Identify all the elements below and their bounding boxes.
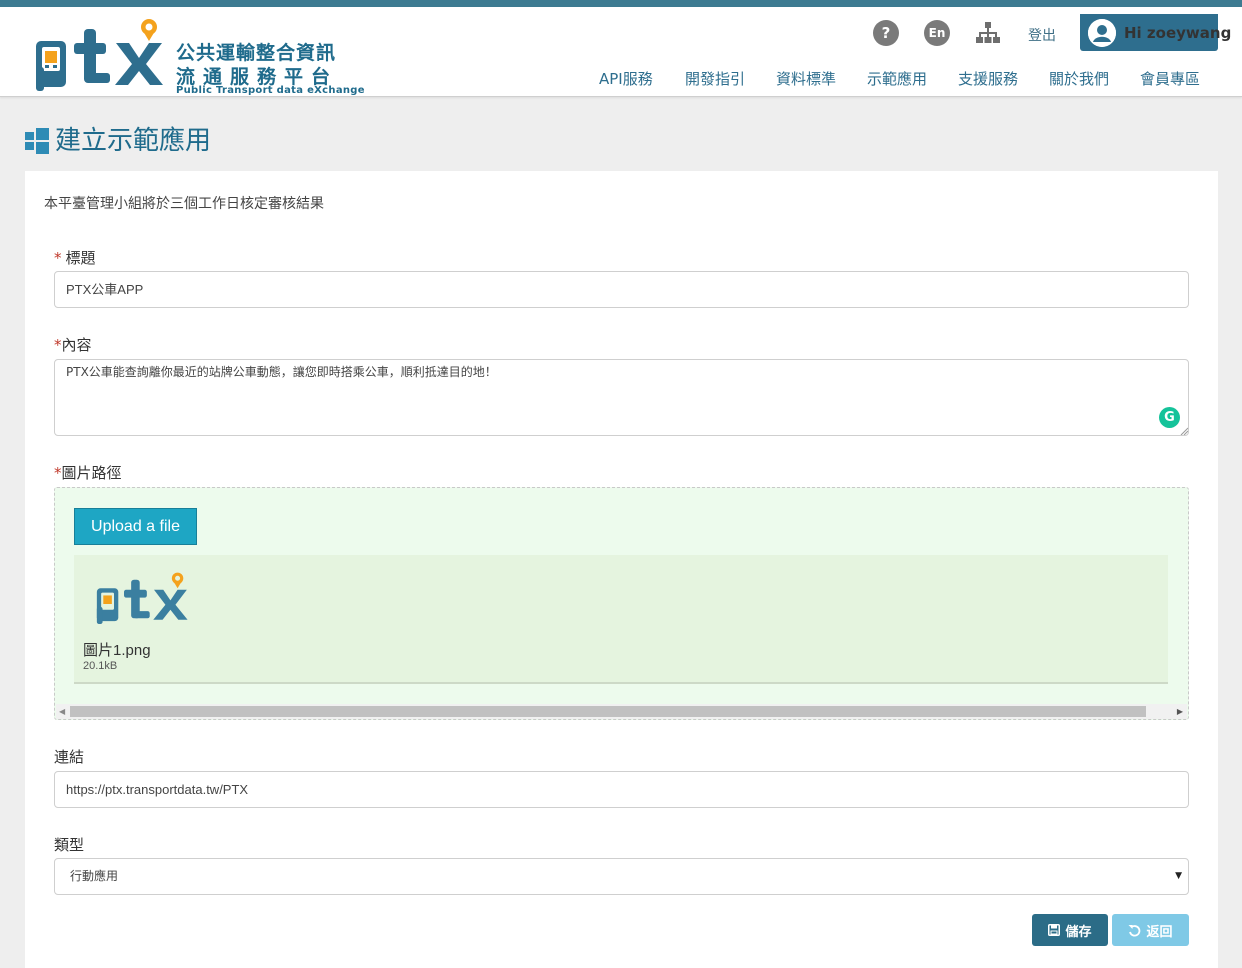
scrollbar-thumb[interactable] <box>70 706 1146 717</box>
uploaded-file-card[interactable] <box>74 555 1168 684</box>
site-header: 公共運輸整合資訊 流通服務平台 Public Transport data eX… <box>0 7 1242 97</box>
title-field-label-text: 標題 <box>65 249 96 267</box>
page-title-text: 建立示範應用 <box>55 126 212 156</box>
save-button[interactable]: 儲存 <box>1032 914 1108 946</box>
type-field-label: 類型 <box>54 836 85 854</box>
user-menu-button[interactable]: Hi zoeywang <box>1080 14 1231 51</box>
link-input[interactable]: https://ptx.transportdata.tw/PTX <box>54 771 1189 808</box>
sitemap-icon[interactable] <box>976 22 1000 44</box>
save-label: 儲存 <box>1065 924 1092 940</box>
nav-item-demo-apps[interactable]: 示範應用 <box>867 68 958 88</box>
language-en-icon[interactable]: En <box>924 20 950 46</box>
undo-icon <box>1128 924 1141 936</box>
floppy-disk-icon <box>1048 924 1061 936</box>
ptx-logo-thumbnail <box>96 572 188 624</box>
content-textarea[interactable]: PTX公車能查詢離你最近的站牌公車動態，讓您即時搭乘公車，順利抵達目的地！ <box>54 359 1189 436</box>
title-input[interactable]: PTX公車APP <box>54 271 1189 308</box>
type-select-value: 行動應用 <box>70 869 119 883</box>
type-select[interactable]: 行動應用 ▼ <box>54 858 1189 895</box>
content-field-label-text: 內容 <box>61 336 92 354</box>
nav-item-api[interactable]: API服務 <box>599 68 685 88</box>
user-avatar-icon <box>1088 19 1116 47</box>
content-field-label: *內容 <box>54 334 92 355</box>
scroll-right-icon[interactable]: ▶ <box>1177 707 1183 716</box>
nav-item-support[interactable]: 支援服務 <box>958 68 1049 88</box>
brand-name-line1: 公共運輸整合資訊 <box>176 42 337 64</box>
required-mark: * <box>54 249 62 267</box>
scroll-left-icon[interactable]: ◀ <box>59 707 65 716</box>
nav-item-dev-guide[interactable]: 開發指引 <box>685 68 776 88</box>
main-nav: API服務 開發指引 資料標準 示範應用 支援服務 關於我們 會員專區 <box>599 68 1210 88</box>
brand-name-en: Public Transport data eXchange <box>176 85 365 96</box>
back-label: 返回 <box>1146 924 1173 940</box>
link-field-label: 連結 <box>54 748 85 766</box>
image-field-label: *圖片路徑 <box>54 462 122 483</box>
horizontal-scrollbar[interactable]: ◀ ▶ <box>56 704 1187 719</box>
nav-item-data-standard[interactable]: 資料標準 <box>776 68 867 88</box>
resize-handle-icon[interactable] <box>1180 427 1188 435</box>
ptx-logo-mark <box>36 19 163 91</box>
image-field-label-text: 圖片路徑 <box>61 464 122 482</box>
uploaded-file-name: 圖片1.png <box>83 642 151 659</box>
required-mark: * <box>54 464 62 482</box>
question-circle-icon[interactable]: ? <box>873 20 899 46</box>
review-notice: 本平臺管理小組將於三個工作日核定審核結果 <box>44 196 324 212</box>
uploaded-file-size: 20.1kB <box>83 660 118 672</box>
user-greeting: Hi zoeywang <box>1124 24 1232 42</box>
ptx-logo[interactable]: 公共運輸整合資訊 流通服務平台 Public Transport data eX… <box>32 17 365 96</box>
logout-link[interactable]: 登出 <box>1028 25 1056 45</box>
upload-file-button[interactable]: Upload a file <box>74 508 197 545</box>
windows-icon <box>25 127 49 154</box>
back-button[interactable]: 返回 <box>1112 914 1189 946</box>
nav-item-about[interactable]: 關於我們 <box>1049 68 1140 88</box>
title-field-label: * 標題 <box>54 247 96 268</box>
grammarly-icon[interactable]: G <box>1159 407 1180 428</box>
nav-item-member[interactable]: 會員專區 <box>1140 68 1210 88</box>
top-accent-bar <box>0 0 1242 7</box>
required-mark: * <box>54 336 62 354</box>
page-title: 建立示範應用 <box>25 120 211 157</box>
chevron-down-icon: ▼ <box>1175 871 1182 881</box>
